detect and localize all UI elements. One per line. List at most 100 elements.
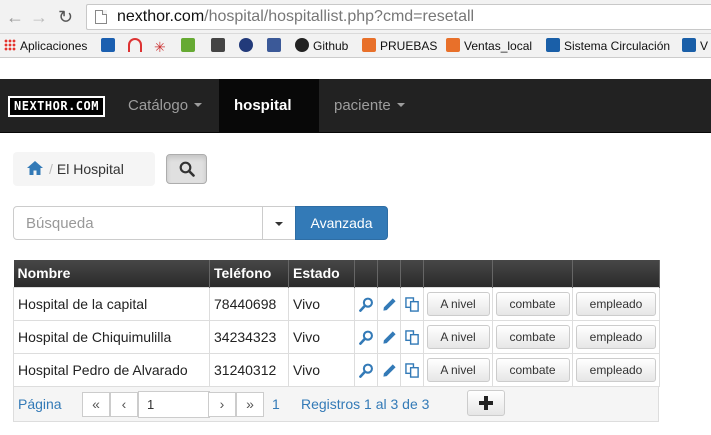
column-header-edit [377,260,401,287]
bookmark-apps[interactable]: Aplicaciones [4,38,87,54]
caret-down-icon [194,103,203,107]
column-header-nombre[interactable]: Nombre [13,260,210,287]
bookmark-favicon-icon [211,38,225,52]
combate-button[interactable]: combate [495,357,570,382]
cell-telefono: 34234323 [209,319,289,354]
column-header-telefono[interactable]: Teléfono [209,260,289,287]
table-row: Hospital de Chiquimulilla 34234323 Vivo … [13,319,660,354]
a-nivel-button[interactable]: A nivel [426,291,490,316]
view-icon[interactable] [358,297,374,312]
combate-button[interactable]: combate [495,324,570,349]
bookmark-github[interactable]: Github [295,38,348,54]
search-toggle-button[interactable] [166,154,207,184]
pager-label: Página [18,396,62,412]
home-icon[interactable] [27,161,43,175]
brand-logo[interactable]: NEXTHOR.COM [8,96,105,117]
hospital-table: Nombre Teléfono Estado Hospital de la ca… [13,260,660,387]
empleado-button[interactable]: empleado [576,291,656,316]
bookmark-ventas[interactable]: Ventas_local [446,38,532,54]
cell-nombre: Hospital de la capital [13,286,210,321]
column-header-copy [400,260,424,287]
cell-telefono: 78440698 [209,286,289,321]
a-nivel-button[interactable]: A nivel [426,357,490,382]
bookmark-v[interactable]: V [682,38,708,54]
bookmark-label: Aplicaciones [20,39,88,53]
copy-icon[interactable] [404,297,420,312]
plus-icon [479,396,493,410]
a-nivel-button[interactable]: A nivel [426,324,490,349]
cell-nombre: Hospital Pedro de Alvarado [13,352,210,387]
nav-paciente[interactable]: paciente [319,79,420,133]
back-arrow-icon[interactable]: ← [6,6,24,28]
edit-pencil-icon[interactable] [382,330,397,345]
column-header-estado[interactable]: Estado [288,260,355,287]
last-page-button[interactable]: » [236,392,264,417]
breadcrumb-current: El Hospital [56,161,124,177]
empleado-button[interactable]: empleado [576,357,656,382]
prev-page-button[interactable]: ‹ [110,392,138,417]
combate-button[interactable]: combate [495,291,570,316]
bookmark-label: PRUEBAS [380,39,438,53]
search-input[interactable] [13,206,263,240]
caret-down-icon [240,157,248,161]
url-host: nexthor.com [117,8,205,25]
nav-label: paciente [334,97,391,114]
app-navbar: NEXTHOR.COM Catálogo hospital paciente [0,79,711,161]
bookmark-favicon-icon [682,38,696,52]
bookmark-sistema[interactable]: Sistema Circulación [546,38,670,54]
bookmark-favicon-icon [101,38,115,52]
bookmark-favicon-icon [546,38,560,52]
bookmarks-bar: Aplicaciones ✳ Github PRUEBAS Ventas_loc… [0,34,711,58]
nav-hospital[interactable]: hospital [219,79,319,161]
column-header-empleado [572,260,660,287]
advanced-search-button[interactable]: Avanzada [295,206,388,240]
bookmark-6[interactable] [239,38,253,54]
breadcrumb-separator: / [49,161,53,177]
bookmark-1[interactable] [101,38,115,54]
bookmark-4[interactable] [181,38,195,54]
bookmark-pruebas[interactable]: PRUEBAS [362,38,437,54]
view-icon[interactable] [358,363,374,378]
page-count: 1 [272,396,280,412]
breadcrumb: / El Hospital [13,152,155,186]
forward-arrow-icon[interactable]: → [30,6,48,28]
bookmark-2[interactable] [128,38,142,54]
edit-pencil-icon[interactable] [382,363,397,378]
caret-down-icon [396,103,405,107]
next-page-button[interactable]: › [208,392,236,417]
table-row: Hospital de la capital 78440698 Vivo A n… [13,286,660,321]
table-row: Hospital Pedro de Alvarado 31240312 Vivo… [13,352,660,387]
records-info: Registros 1 al 3 de 3 [301,396,430,412]
copy-icon[interactable] [404,330,420,345]
bookmark-7[interactable] [267,38,281,54]
search-options-dropdown[interactable] [262,206,296,240]
bookmark-asterisk-icon: ✳ [154,39,166,55]
edit-pencil-icon[interactable] [382,297,397,312]
bookmark-label: Sistema Circulación [564,39,671,53]
empleado-button[interactable]: empleado [576,324,656,349]
apps-grid-icon [4,39,16,51]
browser-address-bar: ← → ↻ nexthor.com/hospital/hospitallist.… [0,0,711,34]
bookmark-favicon-icon [128,38,142,52]
add-record-button[interactable] [467,390,505,416]
view-icon[interactable] [358,330,374,345]
bookmark-label: Ventas_local [464,39,533,53]
page-number-input[interactable]: 1 [138,391,210,418]
reload-icon[interactable]: ↻ [58,6,73,28]
facebook-icon [267,38,281,52]
cell-estado: Vivo [288,286,355,321]
bookmark-5[interactable] [211,38,225,54]
cell-nombre: Hospital de Chiquimulilla [13,319,210,354]
cell-telefono: 31240312 [209,352,289,387]
bookmark-favicon-icon [239,38,253,52]
bookmark-label: Github [313,39,349,53]
url-field[interactable]: nexthor.com/hospital/hospitallist.php?cm… [86,4,711,30]
first-page-button[interactable]: « [82,392,110,417]
column-header-view [354,260,378,287]
copy-icon[interactable] [404,363,420,378]
bookmark-label: V [700,39,709,53]
nav-catalogo[interactable]: Catálogo [113,79,217,133]
github-icon [295,38,309,52]
column-header-combate [492,260,573,287]
bookmark-3[interactable]: ✳ [154,38,168,54]
